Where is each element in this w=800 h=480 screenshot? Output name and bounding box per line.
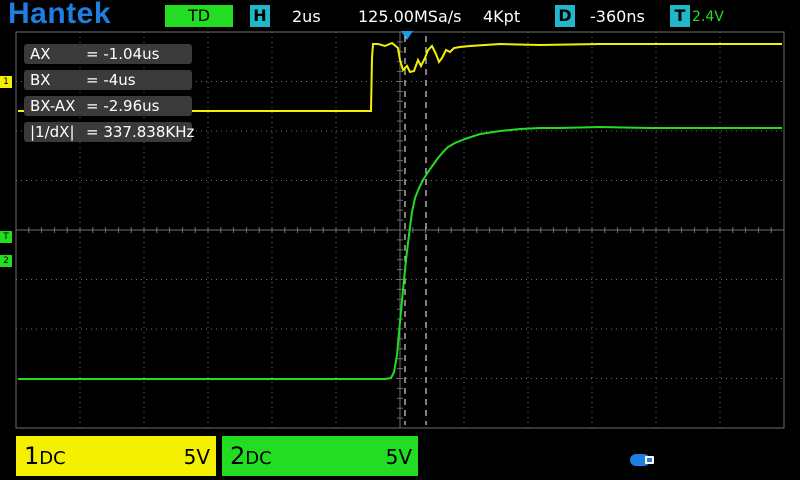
cursor-diff-label: BX-AX bbox=[30, 97, 76, 115]
cursor-freq-readout: |1/dX| = 337.838KHz bbox=[24, 122, 195, 142]
ch2-level-marker[interactable]: 2 bbox=[0, 255, 12, 267]
cursor-diff-readout: BX-AX = -2.96us bbox=[24, 96, 192, 116]
ch1-level-marker[interactable]: 1 bbox=[0, 76, 12, 88]
cursor-bx-label: BX bbox=[30, 71, 51, 89]
ch2-scale: 5V bbox=[385, 445, 412, 469]
waveform-display[interactable] bbox=[0, 30, 800, 430]
channel-status-bar: 1DC 5V 2DC 5V bbox=[0, 436, 800, 480]
ch2-number: 2 bbox=[230, 442, 246, 470]
cursor-freq-label: |1/dX| bbox=[30, 123, 75, 141]
trigger-marker-label: T bbox=[3, 232, 9, 242]
top-status-bar: Hantek TD H 2us 125.00MSa/s 4Kpt D -360n… bbox=[0, 0, 800, 32]
trigger-level-marker[interactable]: T bbox=[0, 231, 12, 243]
cursor-bx-readout: BX = -4us bbox=[24, 70, 192, 90]
trigger-level[interactable]: 2.4V bbox=[692, 9, 724, 25]
trigger-position-marker[interactable] bbox=[401, 31, 413, 40]
cursor-freq-value: = 337.838KHz bbox=[86, 123, 195, 141]
timebase-value[interactable]: 2us bbox=[292, 7, 321, 26]
ch1-coupling: DC bbox=[39, 448, 66, 469]
ch2-marker-label: 2 bbox=[3, 256, 9, 266]
ch1-marker-label: 1 bbox=[3, 77, 9, 87]
delay-label: D bbox=[555, 5, 575, 27]
sample-rate: 125.00MSa/s bbox=[358, 7, 462, 26]
ch1-name: 1DC bbox=[24, 442, 66, 470]
ch1-scale: 5V bbox=[183, 445, 210, 469]
ch2-name: 2DC bbox=[230, 442, 272, 470]
horizontal-label: H bbox=[250, 5, 270, 27]
cursor-ax-label: AX bbox=[30, 45, 51, 63]
ch1-settings-button[interactable]: 1DC 5V bbox=[16, 436, 216, 476]
ch2-coupling: DC bbox=[245, 448, 272, 469]
trigger-label: T bbox=[670, 5, 690, 27]
ch1-number: 1 bbox=[24, 442, 40, 470]
cursor-bx-value: = -4us bbox=[86, 71, 136, 89]
cursor-ax-readout: AX = -1.04us bbox=[24, 44, 192, 64]
graticule bbox=[15, 31, 785, 429]
delay-value[interactable]: -360ns bbox=[590, 7, 645, 26]
cursor-ax-value: = -1.04us bbox=[86, 45, 160, 63]
memory-depth[interactable]: 4Kpt bbox=[483, 7, 520, 26]
cursor-diff-value: = -2.96us bbox=[86, 97, 160, 115]
mode-badge[interactable]: TD bbox=[165, 5, 233, 27]
brand-logo: Hantek bbox=[8, 0, 112, 30]
ch2-settings-button[interactable]: 2DC 5V bbox=[222, 436, 418, 476]
usb-icon bbox=[630, 454, 654, 466]
